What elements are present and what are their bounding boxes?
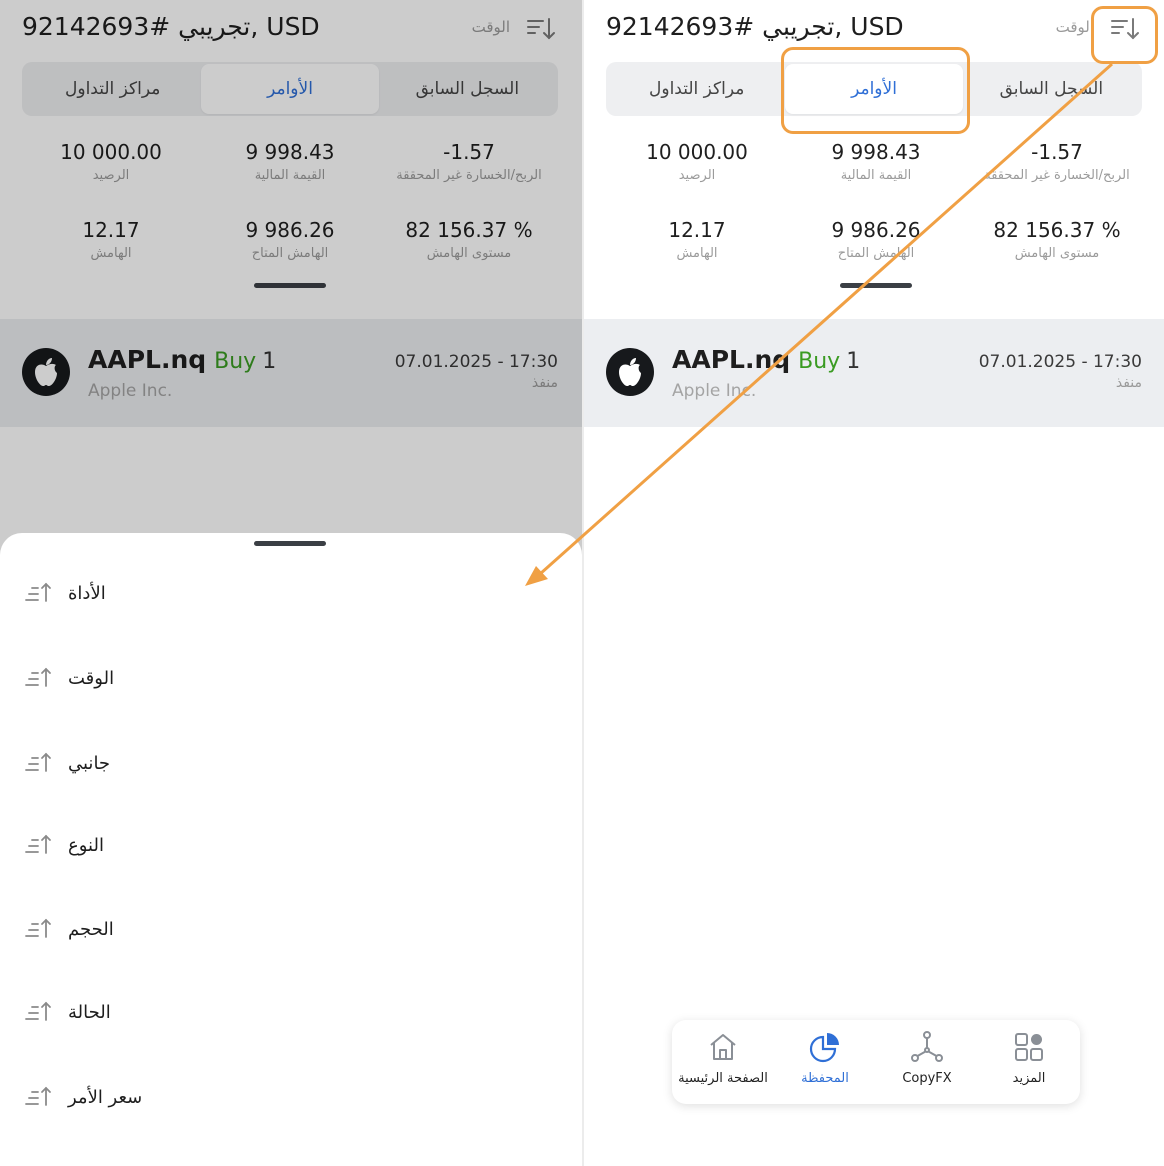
portfolio-icon [809,1033,839,1063]
nav-copyfx[interactable]: CopyFX [876,1020,978,1104]
stat-value: 9 986.26 [831,218,921,242]
stat-equity: 9 998.43 القيمة المالية [781,140,971,183]
tab-history[interactable]: السجل السابق [963,64,1140,114]
bottom-navigation: الصفحة الرئيسية المحفظة CopyFX المزيد [672,1020,1080,1104]
order-title: AAPL.nq Buy 1 [672,345,860,374]
account-title: تجريبي #92142693, USD [606,12,904,41]
sort-ascending-icon [25,918,51,938]
header: تجريبي #92142693, USD الوقت [584,0,1164,56]
stat-value: 82 156.37 % [993,218,1121,242]
sort-option-label: الحالة [68,1001,111,1023]
screen-sort-sheet-open: تجريبي #92142693, USD الوقت السجل السابق… [0,0,582,1166]
stat-free-margin: 9 986.26 الهامش المتاح [781,218,971,261]
stat-unrealized-pl: -1.57 الربح/الخسارة غير المحققة [962,140,1152,183]
nav-label: المزيد [1012,1071,1046,1086]
sort-option-order-price[interactable]: سعر الأمر [24,1077,324,1117]
order-side: Buy [798,349,841,374]
stat-label: مستوى الهامش [1014,246,1100,261]
order-status: منفذ [1115,375,1142,391]
order-company: Apple Inc. [672,381,757,401]
tab-positions[interactable]: مراكز التداول [608,64,785,114]
sort-ascending-icon [25,752,51,772]
sort-option-label: الوقت [68,667,115,689]
sort-ascending-icon [25,1001,51,1021]
sort-option-instrument[interactable]: الأداة [24,573,324,613]
stats-collapse-handle[interactable] [840,283,912,288]
tab-bar: السجل السابق الأوامر مراكز التداول [606,62,1142,116]
stat-balance: 10 000.00 الرصيد [602,140,792,183]
stat-margin: 12.17 الهامش [602,218,792,261]
sort-option-label: الأداة [68,582,106,604]
sort-option-label: الحجم [68,918,114,940]
sheet-drag-handle[interactable] [254,541,326,546]
stat-value: 10 000.00 [646,140,748,164]
sort-bottom-sheet: الأداة الوقت جانبي النوع الحجم الحالة سع… [0,533,582,1166]
sort-option-label: جانبي [68,752,111,774]
order-time: 07.01.2025 - 17:30 [978,352,1142,372]
sort-option-label: سعر الأمر [68,1086,143,1108]
stat-label: القيمة المالية [840,168,912,183]
stat-margin-level: 82 156.37 % مستوى الهامش [962,218,1152,261]
nav-portfolio[interactable]: المحفظة [774,1020,876,1104]
stat-value: -1.57 [1031,140,1083,164]
nav-label: الصفحة الرئيسية [678,1071,768,1086]
sort-option-time[interactable]: الوقت [24,658,324,698]
apple-icon [606,348,654,396]
sort-option-label: النوع [68,834,104,856]
sort-option-type[interactable]: النوع [24,825,324,865]
stat-label: الربح/الخسارة غير المحققة [984,168,1130,183]
tab-orders[interactable]: الأوامر [785,64,963,114]
home-icon [710,1034,736,1060]
stat-value: 12.17 [668,218,726,242]
order-volume: 1 [846,349,861,374]
sort-ascending-icon [25,582,51,602]
more-icon [1015,1033,1043,1061]
sort-ascending-icon [25,834,51,854]
stat-value: 9 998.43 [831,140,921,164]
sort-label[interactable]: الوقت [1056,18,1094,36]
sort-ascending-icon [25,667,51,687]
nav-label: CopyFX [902,1071,952,1086]
screen-orders: تجريبي #92142693, USD الوقت السجل السابق… [584,0,1164,1166]
nav-more[interactable]: المزيد [978,1020,1080,1104]
order-symbol: AAPL.nq [672,345,791,374]
copyfx-icon [911,1031,943,1062]
sort-descending-icon[interactable] [1110,14,1142,44]
sort-option-volume[interactable]: الحجم [24,909,324,949]
sort-ascending-icon [25,1086,51,1106]
nav-label: المحفظة [801,1071,849,1086]
stat-label: الهامش [676,246,718,261]
order-row[interactable]: AAPL.nq Buy 1 Apple Inc. 07.01.2025 - 17:3… [584,319,1164,427]
stat-label: الهامش المتاح [837,246,915,261]
stat-label: الرصيد [678,168,716,183]
nav-home[interactable]: الصفحة الرئيسية [672,1020,774,1104]
sort-option-side[interactable]: جانبي [24,743,324,783]
sort-option-status[interactable]: الحالة [24,992,324,1032]
